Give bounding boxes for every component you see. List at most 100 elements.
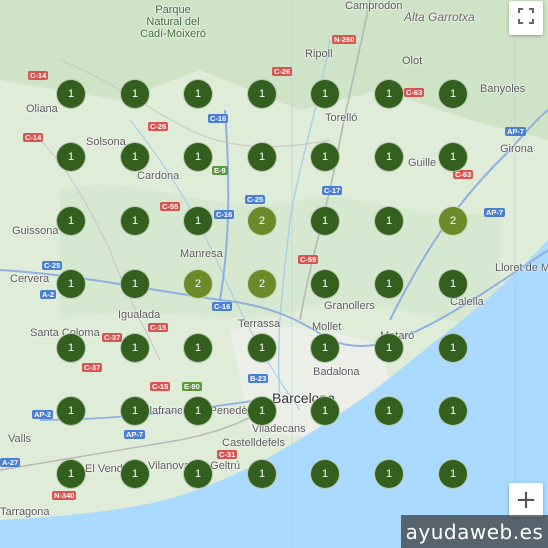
cluster-marker[interactable]: 1 — [438, 142, 468, 172]
cluster-marker[interactable]: 1 — [374, 142, 404, 172]
place-label: Torelló — [325, 112, 358, 124]
place-label: Guissona — [12, 225, 59, 237]
place-label: Manresa — [180, 248, 223, 260]
cluster-marker[interactable]: 1 — [438, 396, 468, 426]
cluster-marker[interactable]: 1 — [247, 459, 277, 489]
place-label: Igualada — [118, 309, 161, 321]
cluster-marker[interactable]: 2 — [247, 206, 277, 236]
road-shield: A-27 — [0, 458, 21, 467]
cluster-marker[interactable]: 1 — [438, 269, 468, 299]
road-shield: C-17 — [322, 186, 343, 195]
cluster-marker[interactable]: 1 — [374, 333, 404, 363]
cluster-marker[interactable]: 1 — [120, 142, 150, 172]
place-label: Tarragona — [0, 506, 50, 518]
cluster-marker[interactable]: 1 — [120, 333, 150, 363]
road-shield: C-14 — [28, 71, 49, 80]
fullscreen-button[interactable] — [509, 1, 543, 35]
road-shield: C-25 — [245, 195, 266, 204]
road-shield: AP-7 — [124, 430, 146, 439]
cluster-marker[interactable]: 1 — [374, 269, 404, 299]
cluster-marker[interactable]: 1 — [438, 79, 468, 109]
cluster-marker[interactable]: 1 — [120, 396, 150, 426]
road-shield: C-16 — [208, 114, 229, 123]
cluster-marker[interactable]: 2 — [438, 206, 468, 236]
cluster-marker[interactable]: 1 — [374, 79, 404, 109]
zoom-in-label: + — [515, 485, 537, 515]
cluster-marker[interactable]: 1 — [56, 206, 86, 236]
cluster-marker[interactable]: 1 — [310, 79, 340, 109]
cluster-marker[interactable]: 1 — [120, 206, 150, 236]
place-label: Parque Natural del Cadí-Moixeró — [140, 4, 207, 40]
road-shield: B-23 — [248, 374, 269, 383]
cluster-marker[interactable]: 1 — [438, 333, 468, 363]
cluster-marker[interactable]: 1 — [56, 269, 86, 299]
place-label: Guille — [408, 157, 437, 169]
map-canvas[interactable]: Camprodon Alta Garrotxa Parque Natural del… — [0, 0, 548, 548]
cluster-marker[interactable]: 1 — [310, 206, 340, 236]
place-label: Valls — [8, 433, 32, 445]
fullscreen-icon — [517, 7, 535, 30]
cluster-marker[interactable]: 1 — [56, 79, 86, 109]
zoom-in-button[interactable]: + — [509, 483, 543, 517]
watermark: ayudaweb.es — [401, 515, 548, 548]
place-label: Camprodon — [345, 0, 403, 12]
cluster-marker[interactable]: 1 — [247, 333, 277, 363]
cluster-marker[interactable]: 1 — [183, 206, 213, 236]
cluster-marker[interactable]: 2 — [183, 269, 213, 299]
cluster-marker[interactable]: 1 — [120, 269, 150, 299]
cluster-marker[interactable]: 1 — [183, 79, 213, 109]
road-shield: C-15 — [148, 323, 169, 332]
cluster-marker[interactable]: 1 — [120, 79, 150, 109]
cluster-marker[interactable]: 1 — [56, 333, 86, 363]
cluster-marker[interactable]: 1 — [183, 142, 213, 172]
cluster-marker[interactable]: 2 — [247, 269, 277, 299]
road-shield: AP-7 — [505, 127, 527, 136]
cluster-marker[interactable]: 1 — [183, 396, 213, 426]
cluster-marker[interactable]: 1 — [310, 396, 340, 426]
road-shield: C-26 — [272, 67, 293, 76]
place-label: Oliana — [26, 103, 58, 115]
cluster-marker[interactable]: 1 — [374, 206, 404, 236]
road-shield: C-26 — [148, 122, 169, 131]
cluster-marker[interactable]: 1 — [56, 142, 86, 172]
place-label: Badalona — [313, 366, 360, 378]
road-shield: C-63 — [404, 88, 425, 97]
road-shield: N-260 — [332, 35, 357, 44]
cluster-marker[interactable]: 1 — [310, 459, 340, 489]
road-shield: C-14 — [23, 133, 44, 142]
road-shield: AP-2 — [32, 410, 54, 419]
cluster-marker[interactable]: 1 — [56, 459, 86, 489]
place-label: Solsona — [86, 136, 126, 148]
place-label: Terrassa — [238, 318, 281, 330]
place-label: Olot — [402, 55, 423, 67]
cluster-marker[interactable]: 1 — [183, 333, 213, 363]
road-shield: C-25 — [42, 261, 63, 270]
road-shield: A-2 — [40, 290, 57, 299]
road-shield: C-55 — [160, 202, 181, 211]
cluster-marker[interactable]: 1 — [120, 459, 150, 489]
road-shield: C-15 — [150, 382, 171, 391]
road-shield: C-37 — [102, 333, 123, 342]
cluster-marker[interactable]: 1 — [438, 459, 468, 489]
cluster-marker[interactable]: 1 — [310, 269, 340, 299]
place-label: Mollet — [312, 321, 342, 333]
cluster-marker[interactable]: 1 — [56, 396, 86, 426]
cluster-marker[interactable]: 1 — [247, 396, 277, 426]
cluster-marker[interactable]: 1 — [310, 142, 340, 172]
road-shield: N-340 — [52, 491, 77, 500]
place-label: Granollers — [324, 300, 375, 312]
cluster-marker[interactable]: 1 — [374, 396, 404, 426]
cluster-marker[interactable]: 1 — [247, 79, 277, 109]
cluster-marker[interactable]: 1 — [247, 142, 277, 172]
cluster-marker[interactable]: 1 — [310, 333, 340, 363]
cluster-marker[interactable]: 1 — [374, 459, 404, 489]
road-shield: AP-7 — [484, 208, 506, 217]
cluster-marker[interactable]: 1 — [183, 459, 213, 489]
place-label: Ripoll — [305, 48, 333, 60]
place-label: Castelldefels — [222, 437, 285, 449]
road-shield: C-31 — [217, 450, 238, 459]
road-shield: E-9 — [212, 166, 228, 175]
place-label: Banyoles — [480, 83, 526, 95]
place-label: Cervera — [10, 273, 50, 285]
road-shield: E-90 — [182, 382, 202, 391]
